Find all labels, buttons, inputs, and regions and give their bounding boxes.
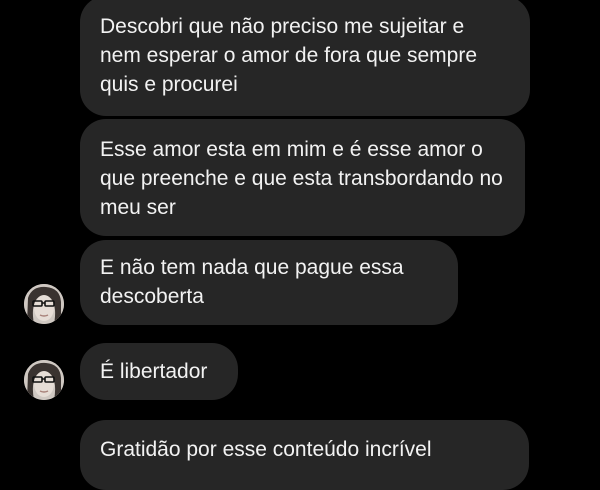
avatar-photo-icon <box>24 360 64 400</box>
avatar-photo-icon <box>24 284 64 324</box>
message-bubble[interactable]: E não tem nada que pague essa descoberta <box>80 240 458 325</box>
message-bubble[interactable]: Descobri que não preciso me sujeitar e n… <box>80 0 530 116</box>
message-bubble[interactable]: Gratidão por esse conteúdo incrível <box>80 420 529 490</box>
message-text: É libertador <box>100 360 208 383</box>
message-bubble[interactable]: Esse amor esta em mim e é esse amor o qu… <box>80 119 525 236</box>
sender-avatar[interactable] <box>24 284 64 324</box>
message-text: E não tem nada que pague essa descoberta <box>100 256 404 308</box>
sender-avatar[interactable] <box>24 360 64 400</box>
message-text: Gratidão por esse conteúdo incrível <box>100 438 432 461</box>
message-text: Descobri que não preciso me sujeitar e n… <box>100 15 478 96</box>
message-bubble[interactable]: É libertador <box>80 343 238 400</box>
message-text: Esse amor esta em mim e é esse amor o qu… <box>100 138 503 219</box>
